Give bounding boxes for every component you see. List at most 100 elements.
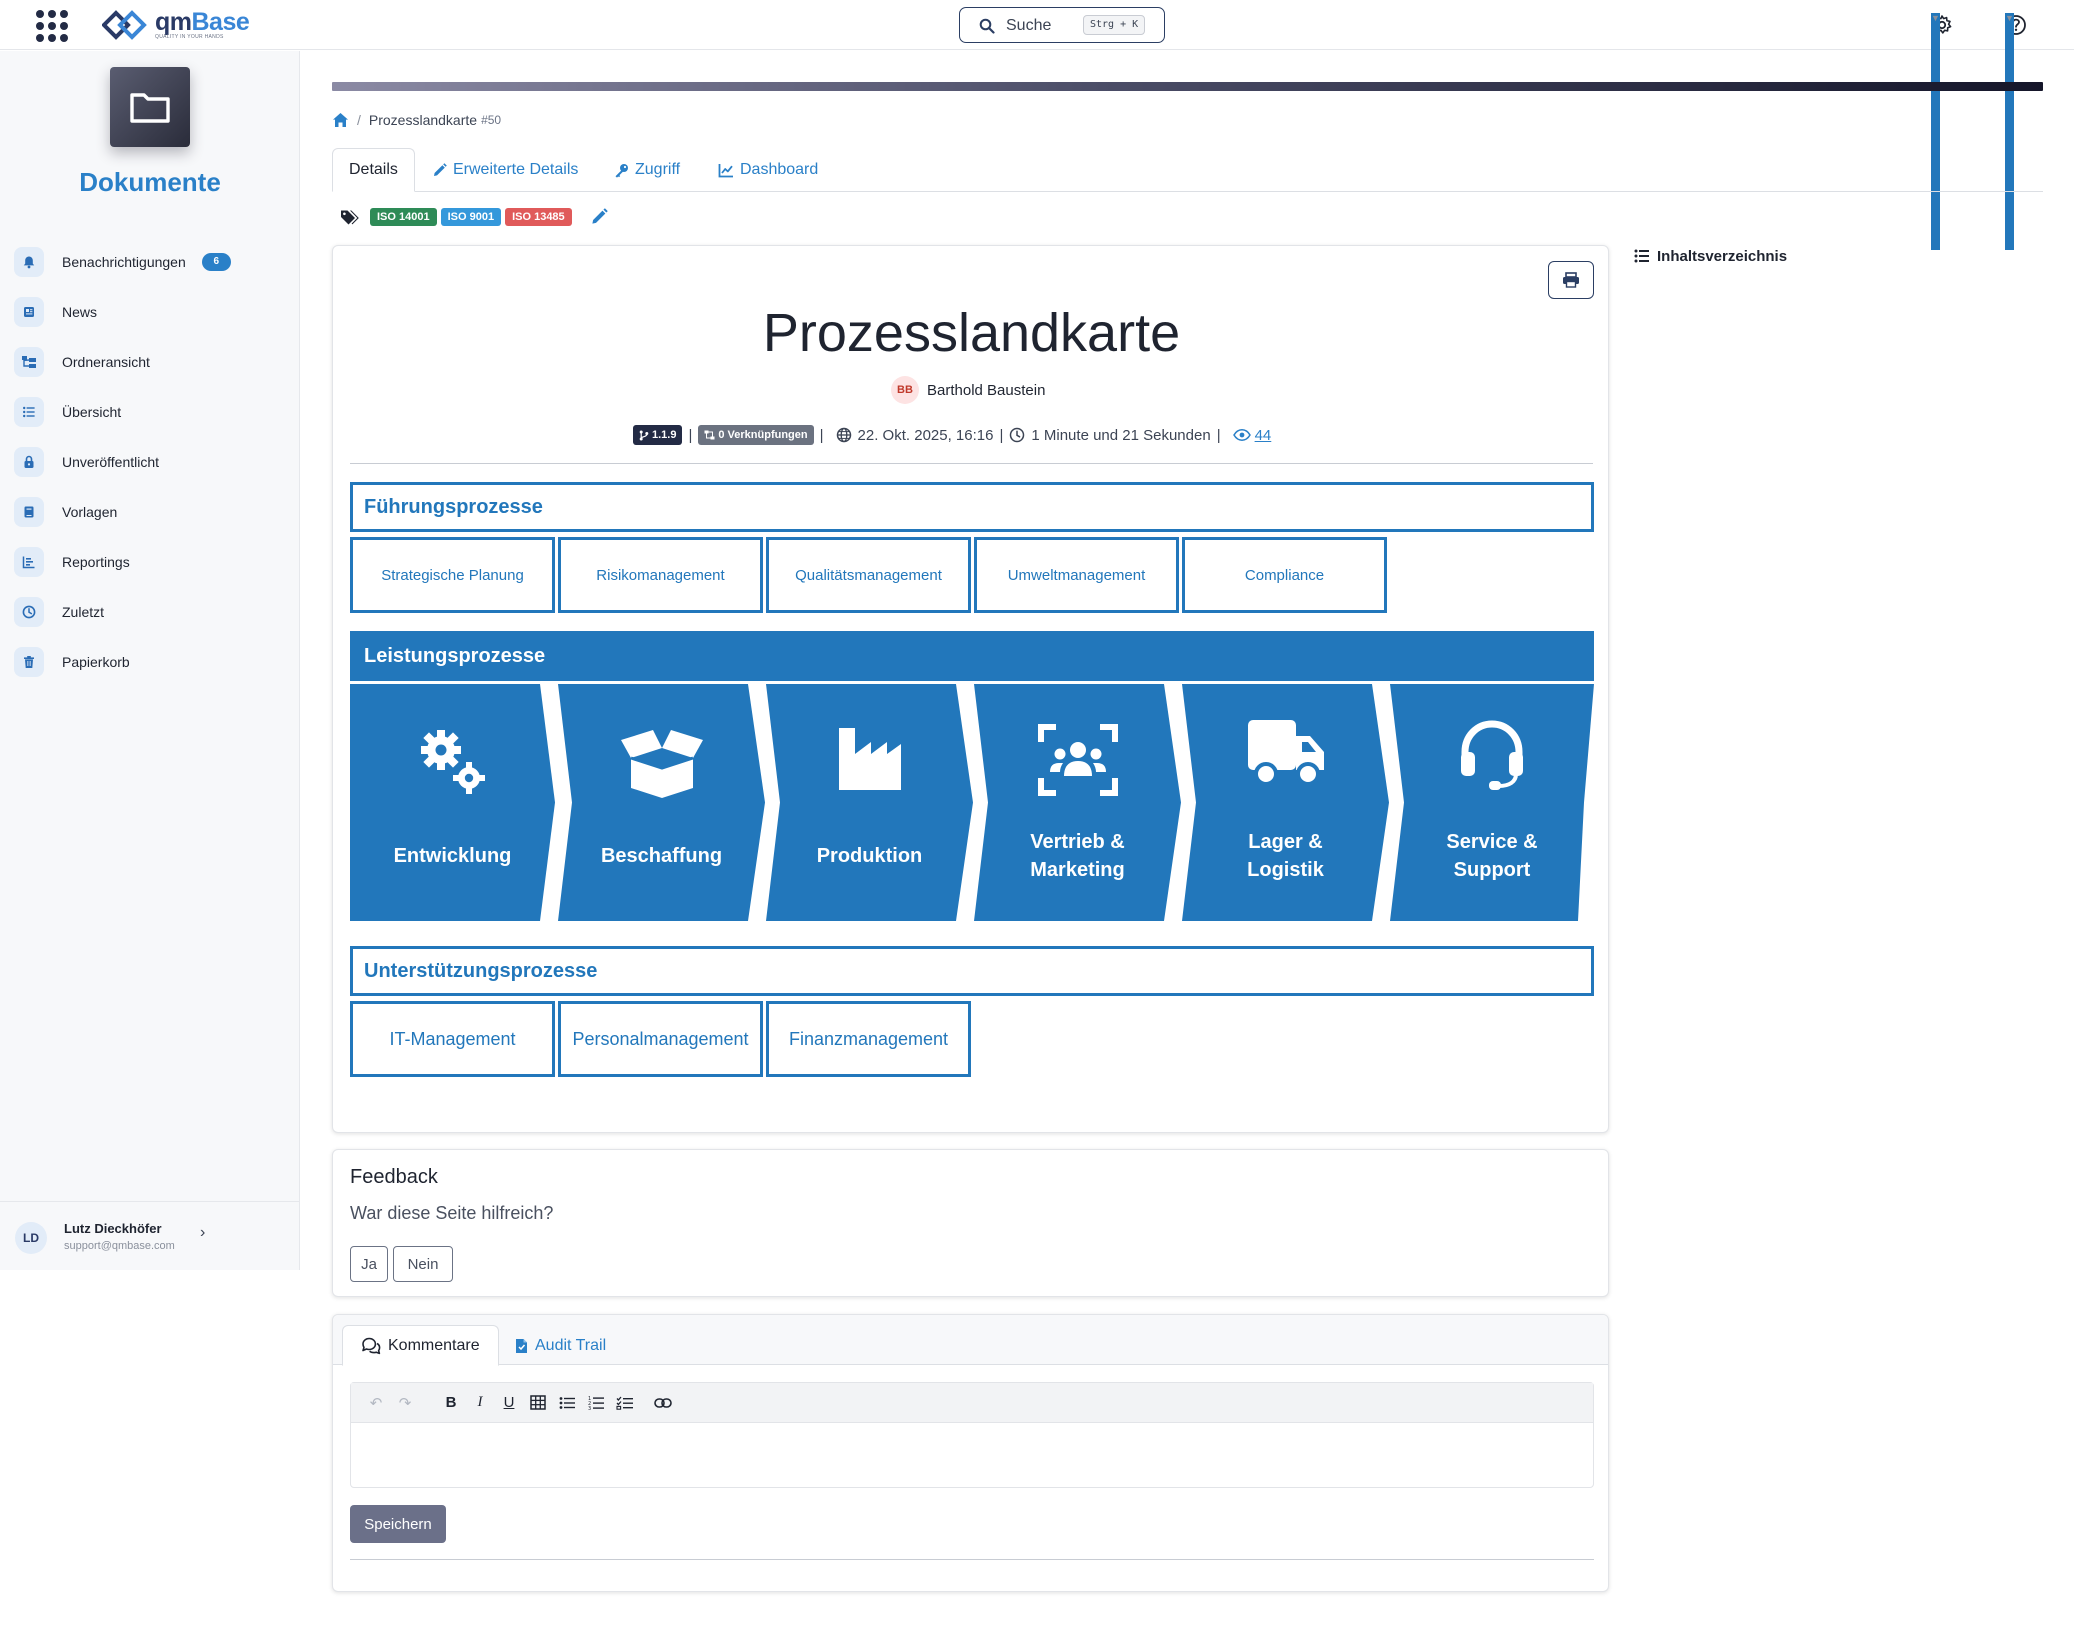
tab-zugriff[interactable]: Zugriff: [614, 148, 680, 192]
edit-tags-pencil-icon[interactable]: [590, 208, 608, 226]
sidebar-item-uebersicht[interactable]: Übersicht: [14, 387, 286, 437]
clock-icon: [1010, 427, 1025, 443]
italic-icon[interactable]: I: [469, 1391, 491, 1415]
avatar: BB: [891, 376, 919, 404]
tab-details[interactable]: Details: [332, 148, 415, 192]
reading-progress-bar: [332, 82, 2043, 91]
undo-icon[interactable]: ↶: [365, 1391, 387, 1415]
avatar: LD: [15, 1222, 47, 1254]
tag-iso-9001[interactable]: ISO 9001: [440, 208, 502, 226]
comment-editor: ↶ ↷ B I U 123: [350, 1382, 1594, 1488]
feedback-card: Feedback War diese Seite hilfreich? Ja N…: [332, 1149, 1609, 1297]
meta-separator: |: [999, 426, 1004, 444]
process-lager-logistik[interactable]: Lager & Logistik: [1182, 684, 1389, 921]
comments-icon: [362, 1337, 381, 1354]
process-it-management[interactable]: IT-Management: [350, 1001, 555, 1077]
meta-separator: |: [1216, 426, 1221, 444]
sidebar-item-label: Unveröffentlicht: [62, 454, 160, 470]
pencil-icon: [434, 162, 447, 176]
search-input[interactable]: Suche Strg + K: [959, 7, 1165, 43]
sidebar-item-label: Vorlagen: [62, 504, 118, 520]
print-button[interactable]: [1548, 261, 1594, 299]
process-risikomanagement[interactable]: Risikomanagement: [558, 537, 763, 613]
folder-tree-icon: [14, 347, 44, 377]
branch-icon: [639, 430, 649, 440]
chart-icon: [14, 547, 44, 577]
process-qualitaetsmanagement[interactable]: Qualitätsmanagement: [766, 537, 971, 613]
logo-mark-icon: [102, 10, 147, 40]
home-icon[interactable]: [332, 112, 349, 128]
sidebar-item-unveroeffentlicht[interactable]: Unveröffentlicht: [14, 437, 286, 487]
tab-kommentare[interactable]: Kommentare: [342, 1325, 499, 1366]
search-shortcut-hint: Strg + K: [1083, 15, 1146, 35]
redo-icon[interactable]: ↷: [394, 1391, 416, 1415]
toc-label: Inhaltsverzeichnis: [1657, 247, 1788, 265]
process-vertrieb-marketing[interactable]: Vertrieb & Marketing: [974, 684, 1181, 921]
sidebar-item-reportings[interactable]: Reportings: [14, 537, 286, 587]
tag-iso-13485[interactable]: ISO 13485: [505, 208, 572, 226]
tab-erweiterte-details[interactable]: Erweiterte Details: [432, 148, 578, 192]
breadcrumb: / Prozesslandkarte #50: [332, 110, 501, 130]
breadcrumb-current: Prozesslandkarte: [368, 112, 478, 128]
links-badge[interactable]: 0 Verknüpfungen: [698, 425, 814, 445]
app-launcher-icon[interactable]: [33, 7, 68, 42]
process-umweltmanagement[interactable]: Umweltmanagement: [974, 537, 1179, 613]
views-link[interactable]: 44: [1232, 427, 1271, 444]
sidebar-item-label: Reportings: [62, 554, 130, 570]
sidebar-item-zuletzt[interactable]: Zuletzt: [14, 587, 286, 637]
sidebar-item-label: News: [62, 304, 98, 320]
reading-time: 1 Minute und 21 Sekunden: [1031, 426, 1211, 444]
process-finanzmanagement[interactable]: Finanzmanagement: [766, 1001, 971, 1077]
process-label: Service & Support: [1446, 831, 1538, 881]
sidebar-item-vorlagen[interactable]: Vorlagen: [14, 487, 286, 537]
process-label: Lager & Logistik: [1247, 831, 1324, 881]
tab-dashboard[interactable]: Dashboard: [718, 148, 818, 192]
help-menu[interactable]: ▼: [2005, 13, 2027, 250]
tag-iso-14001[interactable]: ISO 14001: [370, 208, 437, 226]
user-profile[interactable]: LD Lutz Dieckhöfer support@qmbase.com ›: [0, 1201, 300, 1271]
search-placeholder: Suche: [1006, 17, 1052, 34]
sidebar-nav: Benachrichtigungen 6 News Ordneransicht …: [14, 237, 286, 687]
key-icon: [615, 163, 628, 178]
table-icon[interactable]: [527, 1391, 549, 1415]
comment-input[interactable]: [351, 1423, 1593, 1487]
sidebar-item-label: Ordneransicht: [62, 354, 150, 370]
people-group-icon: [1037, 724, 1118, 796]
sidebar-title: Dokumente: [79, 167, 221, 197]
user-name: Lutz Dieckhöfer: [64, 1221, 162, 1236]
save-button[interactable]: Speichern: [350, 1505, 446, 1543]
process-compliance[interactable]: Compliance: [1182, 537, 1387, 613]
eye-icon: [1232, 429, 1251, 441]
sidebar-item-papierkorb[interactable]: Papierkorb: [14, 637, 286, 687]
feedback-yes-button[interactable]: Ja: [350, 1246, 388, 1282]
logo[interactable]: qmBase QUALITY IN YOUR HANDS: [102, 8, 252, 42]
tags-icon: [341, 210, 359, 225]
checklist-icon[interactable]: [614, 1391, 636, 1415]
numbered-list-icon[interactable]: 123: [585, 1391, 607, 1415]
underline-icon[interactable]: U: [498, 1391, 520, 1415]
comments-tabbar: Kommentare Audit Trail: [333, 1315, 1608, 1366]
table-of-contents-toggle[interactable]: Inhaltsverzeichnis: [1634, 245, 1787, 267]
tab-label: Details: [349, 161, 398, 178]
process-entwicklung[interactable]: Entwicklung: [350, 684, 555, 921]
top-bar: qmBase QUALITY IN YOUR HANDS Suche Strg …: [0, 0, 2074, 250]
process-produktion[interactable]: Produktion: [766, 684, 973, 921]
bullet-list-icon[interactable]: [556, 1391, 578, 1415]
process-beschaffung[interactable]: Beschaffung: [558, 684, 765, 921]
sidebar-item-benachrichtigungen[interactable]: Benachrichtigungen 6: [14, 237, 286, 287]
tab-audit-trail[interactable]: Audit Trail: [515, 1325, 606, 1366]
process-strategische-planung[interactable]: Strategische Planung: [350, 537, 555, 613]
process-service-support[interactable]: Service & Support: [1390, 684, 1594, 921]
process-personalmanagement[interactable]: Personalmanagement: [558, 1001, 763, 1077]
logo-tagline: QUALITY IN YOUR HANDS: [155, 34, 224, 40]
link-icon[interactable]: [652, 1391, 674, 1415]
meta-separator: |: [688, 426, 693, 444]
feedback-title: Feedback: [350, 1166, 438, 1188]
bold-icon[interactable]: B: [440, 1391, 462, 1415]
version-badge: 1.1.9: [633, 425, 683, 445]
feedback-no-button[interactable]: Nein: [393, 1246, 453, 1282]
sidebar-item-ordneransicht[interactable]: Ordneransicht: [14, 337, 286, 387]
settings-menu[interactable]: ▼: [1931, 13, 1953, 250]
sidebar-item-news[interactable]: News: [14, 287, 286, 337]
section-fuehrungsprozesse: Führungsprozesse: [350, 482, 1594, 532]
